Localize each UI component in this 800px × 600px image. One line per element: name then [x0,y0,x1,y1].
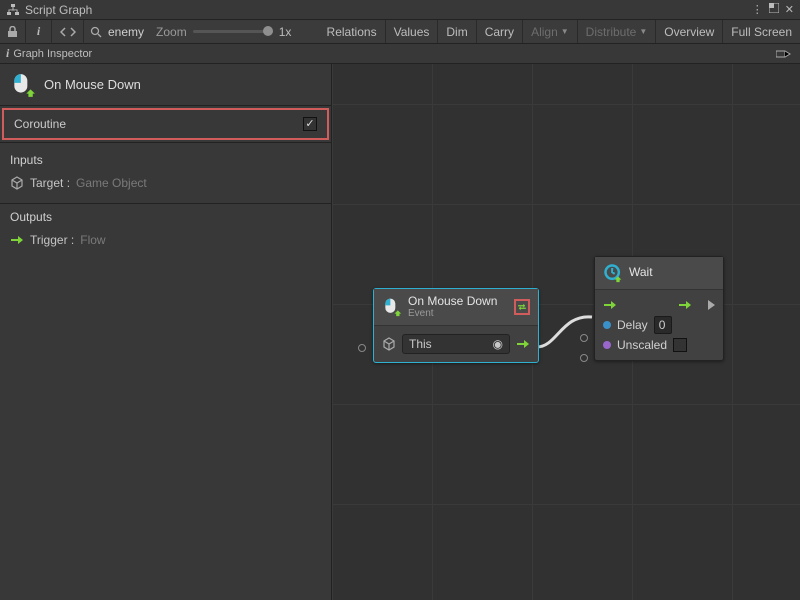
values-toggle[interactable]: Values [386,20,439,43]
graph-canvas[interactable]: On Mouse Down Event This ◉ [332,64,800,600]
outputs-section: Outputs Trigger : Flow [0,203,331,250]
delay-row: Delay 0 [603,314,715,336]
target-type: Game Object [76,176,147,190]
node-header[interactable]: Wait [595,257,723,290]
search-icon [90,26,102,38]
output-trigger-row: Trigger : Flow [10,230,321,250]
align-dropdown[interactable]: Align▼ [523,20,578,43]
inspector-node-title: On Mouse Down [44,77,141,92]
outputs-heading: Outputs [10,210,321,224]
bool-port-icon[interactable] [603,341,611,349]
dim-toggle[interactable]: Dim [438,20,476,43]
delay-label: Delay [617,318,648,332]
clock-icon [603,263,623,283]
graph-icon [6,3,20,17]
search-input[interactable]: enemy [108,25,144,39]
unscaled-label: Unscaled [617,338,667,352]
unscaled-row: Unscaled [603,336,715,354]
mouse-icon [10,72,36,98]
sub-bar: i Graph Inspector [0,44,800,64]
trigger-label: Trigger : [30,233,74,247]
info-icon[interactable]: i [26,20,52,44]
dock-icon[interactable] [769,3,779,16]
coroutine-label: Coroutine [14,117,303,131]
flow-row [603,296,715,314]
close-icon[interactable]: ✕ [785,3,794,16]
node-title: Wait [629,266,653,279]
node-header[interactable]: On Mouse Down Event [374,289,538,326]
mouse-icon [382,297,402,317]
unscaled-checkbox[interactable] [673,338,687,352]
inputs-heading: Inputs [10,153,321,167]
flow-arrow-icon [10,233,24,247]
zoom-value: 1x [279,25,292,39]
inspector-header: On Mouse Down [0,64,331,106]
inputs-section: Inputs Target : Game Object [0,153,331,193]
input-target-row: Target : Game Object [10,173,321,193]
cube-icon [10,176,24,190]
flow-in-icon[interactable] [603,298,617,312]
port-in[interactable] [358,344,366,352]
flow-out-icon[interactable] [678,298,692,312]
pin-icon[interactable] [776,48,792,60]
target-label: Target : [30,176,70,190]
node-subtitle: Event [408,308,497,319]
float-port-icon[interactable] [603,321,611,329]
distribute-dropdown[interactable]: Distribute▼ [578,20,657,43]
zoom-slider[interactable] [193,30,273,33]
title-bar: Script Graph ⋮ ✕ [0,0,800,20]
overview-toggle[interactable]: Overview [656,20,723,43]
toolbar: i enemy Zoom 1x Relations Values Dim Car… [0,20,800,44]
search-box[interactable]: enemy [84,25,150,39]
node-title: On Mouse Down [408,295,497,308]
node-wait[interactable]: Wait Delay 0 Unscaled [594,256,724,361]
flow-out-icon[interactable] [516,337,530,351]
lock-icon[interactable] [0,20,26,44]
graph-inspector-label: Graph Inspector [13,48,776,60]
coroutine-badge-icon [514,299,530,315]
fullscreen-toggle[interactable]: Full Screen [723,20,800,43]
exec-out-icon[interactable] [708,300,715,310]
code-icon[interactable] [52,20,84,44]
port-in[interactable] [580,334,588,342]
zoom-control: Zoom 1x [150,25,297,39]
delay-field[interactable]: 0 [654,316,672,334]
coroutine-checkbox[interactable] [303,117,317,131]
carry-toggle[interactable]: Carry [477,20,523,43]
object-picker-icon[interactable]: ◉ [493,337,503,351]
port-in[interactable] [580,354,588,362]
node-on-mouse-down[interactable]: On Mouse Down Event This ◉ [373,288,539,363]
target-input-row: This ◉ [382,332,530,356]
menu-icon[interactable]: ⋮ [752,3,763,16]
relations-toggle[interactable]: Relations [319,20,386,43]
info-icon: i [6,46,9,61]
inspector-panel: On Mouse Down Coroutine Inputs Target : … [0,64,332,600]
zoom-label: Zoom [156,25,187,39]
coroutine-row[interactable]: Coroutine [2,108,329,140]
target-field[interactable]: This ◉ [402,334,510,354]
toolbar-right: Relations Values Dim Carry Align▼ Distri… [319,20,800,43]
cube-icon [382,337,396,351]
trigger-type: Flow [80,233,105,247]
window-title: Script Graph [25,3,746,17]
